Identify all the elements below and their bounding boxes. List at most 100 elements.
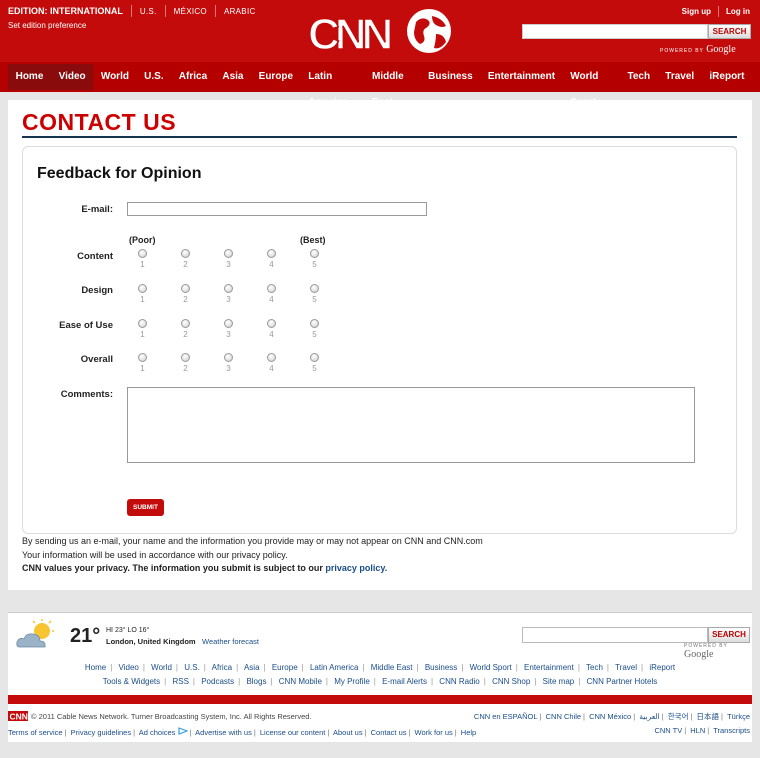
content-radio-5[interactable]: [310, 249, 319, 258]
footer-link[interactable]: Tools & Widgets: [103, 677, 160, 686]
footer-link[interactable]: Europe: [272, 663, 298, 672]
tv-link[interactable]: CNN TV: [654, 726, 682, 735]
design-radio-5[interactable]: [310, 284, 319, 293]
cnn-logo[interactable]: CNN: [308, 8, 454, 56]
nav-business[interactable]: Business: [421, 64, 481, 90]
ease-radio-2[interactable]: [181, 319, 190, 328]
intl-link[interactable]: 日本語: [697, 712, 720, 721]
tv-link[interactable]: HLN: [690, 726, 705, 735]
footer-link[interactable]: Middle East: [371, 663, 413, 672]
content-radio-1[interactable]: [138, 249, 147, 258]
footer-link[interactable]: Asia: [244, 663, 260, 672]
footer-link[interactable]: Video: [119, 663, 139, 672]
footer-link[interactable]: Business: [425, 663, 457, 672]
edition-us[interactable]: U.S.: [140, 7, 157, 16]
footer-link[interactable]: Entertainment: [524, 663, 574, 672]
legal-link[interactable]: Work for us: [415, 728, 453, 737]
footer-link[interactable]: Podcasts: [201, 677, 234, 686]
footer-link[interactable]: My Profile: [334, 677, 370, 686]
nav-europe[interactable]: Europe: [251, 64, 301, 90]
intl-link[interactable]: 한국어: [668, 712, 689, 721]
nav-ireport[interactable]: iReport: [702, 64, 752, 90]
set-edition-link[interactable]: Set edition preference: [8, 21, 86, 30]
comments-textarea[interactable]: [127, 387, 695, 463]
design-radio-4[interactable]: [267, 284, 276, 293]
overall-radio-2[interactable]: [181, 353, 190, 362]
tv-link[interactable]: Transcripts: [713, 726, 750, 735]
edition-arabic[interactable]: ARABIC: [224, 7, 256, 16]
edition-current[interactable]: EDITION: INTERNATIONAL: [8, 6, 123, 16]
footer-link[interactable]: U.S.: [184, 663, 200, 672]
content-radio-4[interactable]: [267, 249, 276, 258]
footer-link[interactable]: CNN Radio: [439, 677, 479, 686]
ad-choices-icon[interactable]: [177, 727, 189, 735]
nav-tech[interactable]: Tech: [620, 64, 658, 90]
footer-link[interactable]: CNN Shop: [492, 677, 530, 686]
temperature: 21°: [70, 625, 101, 647]
legal-link[interactable]: Contact us: [371, 728, 407, 737]
edition-mexico[interactable]: MÉXICO: [174, 7, 207, 16]
nav-world[interactable]: World: [93, 64, 136, 90]
footer-link[interactable]: Site map: [543, 677, 575, 686]
footer-link[interactable]: RSS: [172, 677, 188, 686]
legal-link[interactable]: License our content: [260, 728, 325, 737]
overall-radio-3[interactable]: [224, 353, 233, 362]
design-radio-3[interactable]: [224, 284, 233, 293]
sign-up-link[interactable]: Sign up: [682, 7, 711, 16]
footer-link[interactable]: Blogs: [246, 677, 266, 686]
page-title: CONTACT US: [22, 109, 177, 135]
nav-middle-east[interactable]: Middle East: [364, 64, 420, 108]
legal-link[interactable]: Advertise with us: [195, 728, 252, 737]
nav-us[interactable]: U.S.: [137, 64, 172, 90]
content-radio-3[interactable]: [224, 249, 233, 258]
legal-link[interactable]: Terms of service: [8, 728, 63, 737]
footer-link[interactable]: Home: [85, 663, 106, 672]
design-radio-1[interactable]: [138, 284, 147, 293]
design-radio-2[interactable]: [181, 284, 190, 293]
nav-world-sport[interactable]: World Sport: [563, 64, 620, 108]
footer-link[interactable]: iReport: [649, 663, 675, 672]
intl-link[interactable]: CNN en ESPAÑOL: [474, 712, 538, 721]
footer-link[interactable]: World: [151, 663, 172, 672]
ease-radio-5[interactable]: [310, 319, 319, 328]
legal-link[interactable]: Ad choices: [139, 728, 176, 737]
legal-link[interactable]: About us: [333, 728, 363, 737]
ease-radio-3[interactable]: [224, 319, 233, 328]
footer-search-button[interactable]: SEARCH: [708, 627, 750, 643]
overall-radio-5[interactable]: [310, 353, 319, 362]
intl-link[interactable]: Türkçe: [727, 712, 750, 721]
footer-link[interactable]: E-mail Alerts: [382, 677, 427, 686]
footer-link[interactable]: Latin America: [310, 663, 358, 672]
nav-home[interactable]: Home: [8, 64, 51, 90]
nav-latin-america[interactable]: Latin America: [301, 64, 365, 108]
nav-asia[interactable]: Asia: [215, 64, 251, 90]
legal-link[interactable]: Privacy guidelines: [71, 728, 131, 737]
header-search-button[interactable]: SEARCH: [708, 24, 751, 39]
footer-link[interactable]: Travel: [615, 663, 637, 672]
content-radio-2[interactable]: [181, 249, 190, 258]
footer-link[interactable]: Africa: [212, 663, 232, 672]
privacy-policy-link[interactable]: privacy policy.: [325, 563, 387, 573]
nav-entertainment[interactable]: Entertainment: [480, 64, 562, 90]
footer-link[interactable]: CNN Mobile: [279, 677, 322, 686]
submit-button[interactable]: SUBMIT: [127, 499, 164, 516]
footer-link[interactable]: World Sport: [470, 663, 512, 672]
footer-search-input[interactable]: [522, 627, 708, 643]
footer-link[interactable]: CNN Partner Hotels: [587, 677, 658, 686]
email-field[interactable]: [127, 202, 427, 216]
nav-travel[interactable]: Travel: [658, 64, 702, 90]
overall-radio-4[interactable]: [267, 353, 276, 362]
ease-radio-4[interactable]: [267, 319, 276, 328]
intl-link[interactable]: CNN México: [589, 712, 631, 721]
overall-radio-1[interactable]: [138, 353, 147, 362]
weather-forecast-link[interactable]: Weather forecast: [202, 637, 259, 646]
footer-link[interactable]: Tech: [586, 663, 603, 672]
nav-video[interactable]: Video: [50, 64, 94, 90]
intl-link[interactable]: CNN Chile: [546, 712, 581, 721]
intl-link[interactable]: العربية: [639, 712, 660, 721]
log-in-link[interactable]: Log in: [726, 7, 750, 16]
legal-link[interactable]: Help: [461, 728, 476, 737]
nav-africa[interactable]: Africa: [171, 64, 215, 90]
ease-radio-1[interactable]: [138, 319, 147, 328]
header-search-input[interactable]: [522, 24, 708, 39]
